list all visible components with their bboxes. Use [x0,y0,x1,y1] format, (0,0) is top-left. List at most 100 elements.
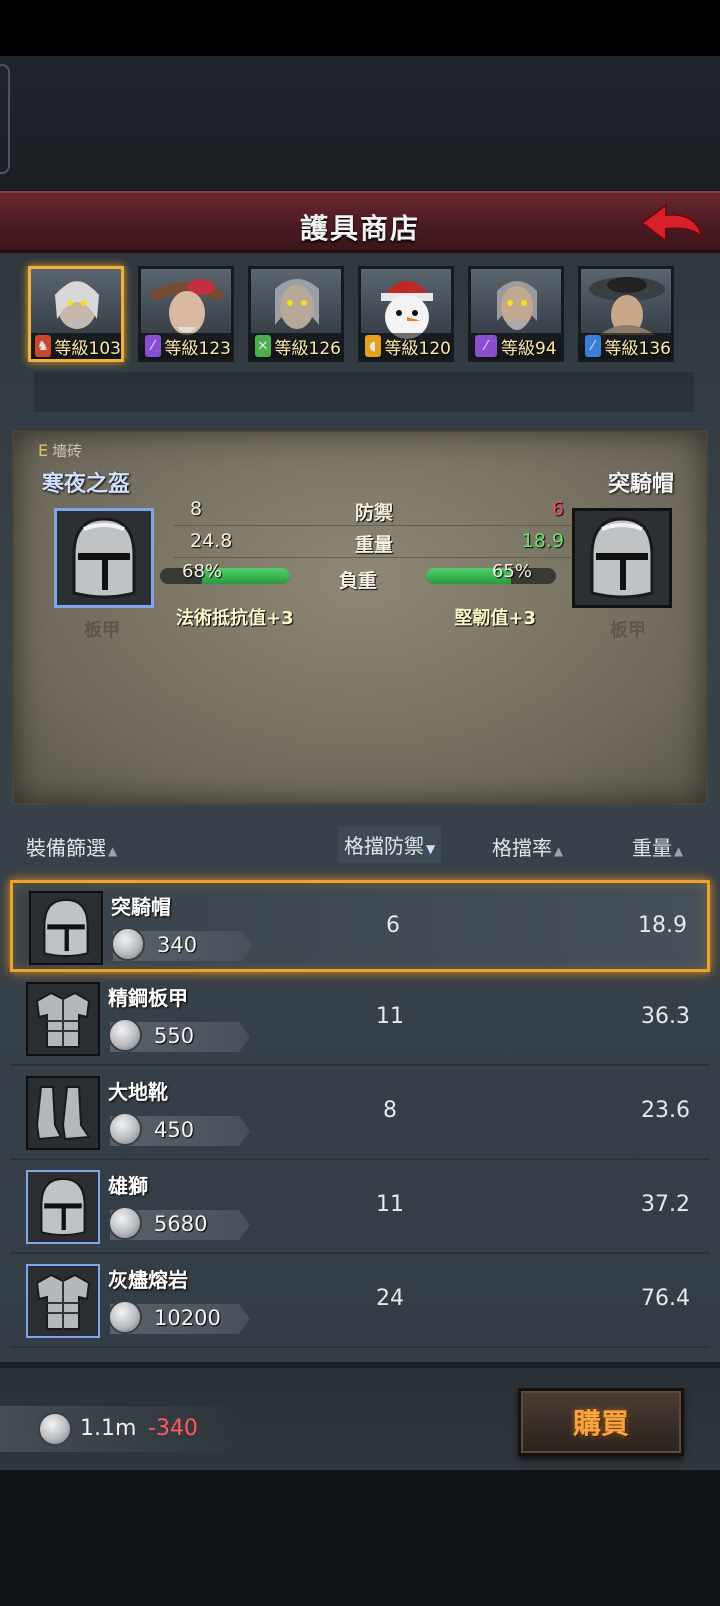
item-block-defense: 6 [386,913,400,938]
hero-portrait [381,281,433,339]
item-name: 大地靴 [108,1080,168,1104]
back-arrow-icon [640,203,704,243]
block-defense-column[interactable]: 格擋防禦 ▼ [338,826,442,863]
hero-level: 等級126 [274,338,341,359]
hero-level: 等級123 [164,338,231,359]
block-rate-label: 格擋率 [492,836,552,860]
wallet: 1.1m -340 [0,1406,240,1452]
hero-portrait [275,279,319,329]
side-tab[interactable] [0,64,10,174]
bow-icon: ✕ [255,335,271,357]
block-rate-column[interactable]: 格擋率 ▲ [492,832,563,861]
hero-card-6[interactable]: ⁄ 等級136 [578,266,674,362]
item-thumbnail [26,1076,100,1150]
weight-label: 重量 [632,836,672,860]
item-block-defense: 11 [376,1004,404,1029]
silver-coin-icon [108,1018,142,1052]
silver-coin-icon [108,1112,142,1146]
selected-load-text: 65% [491,561,532,582]
equipped-item-name: 寒夜之盔 [42,472,131,497]
filter-label: 裝備篩選 [26,836,106,860]
plate-armor-icon [35,1273,91,1330]
defense-label: 防禦 [354,502,393,524]
hero-level: 等級103 [54,338,121,359]
wand-icon: ⁄ [585,335,601,357]
hero-card-1[interactable]: ♞ 等級103 [28,266,124,362]
item-block-defense: 8 [383,1098,397,1123]
item-block-defense: 24 [376,1286,404,1311]
staff-icon: ⁄ [475,335,497,357]
bottom-area [0,1470,720,1606]
item-weight: 18.9 [638,913,687,938]
hero-level: 等級120 [384,338,451,359]
selected-item-name: 突騎帽 [607,472,674,497]
silver-coin-icon [108,1206,142,1240]
item-thumbnail [26,982,100,1056]
item-price: 5680 [154,1212,208,1236]
hero-level: 等級136 [604,338,671,359]
item-name: 灰燼熔岩 [108,1268,188,1292]
item-name: 精鋼板甲 [108,986,188,1010]
shield-icon: ◖ [365,335,381,357]
item-weight: 76.4 [641,1286,690,1311]
silver-coin-icon [38,1412,72,1446]
upper-background [0,56,720,191]
page-title: 護具商店 [299,212,420,245]
rank-text: 墻砖 [52,442,83,460]
item-weight: 23.6 [641,1098,690,1123]
sort-up-icon: ▲ [108,844,118,858]
list-item[interactable]: 精鋼板甲 550 11 36.3 [10,974,710,1066]
balance-delta: -340 [148,1416,198,1441]
compare-row-defense: 8 防禦 6 [174,496,574,526]
hero-portrait [497,281,537,330]
balance: 1.1m [80,1416,137,1441]
helmet-icon [40,1177,86,1237]
item-price: 10200 [154,1306,221,1330]
block-defense-label: 格擋防禦 [344,834,424,858]
list-item[interactable]: 突騎帽 340 6 18.9 [10,880,710,972]
horse-icon: ♞ [35,335,51,357]
item-price: 340 [157,933,198,957]
item-weight: 37.2 [641,1192,690,1217]
weight-label: 重量 [354,534,393,556]
item-price: 450 [154,1118,195,1142]
item-price: 550 [154,1024,195,1048]
equipped-bonus: 法術抵抗值+3 [176,608,294,629]
list-item[interactable]: 灰燼熔岩 10200 24 76.4 [10,1256,710,1348]
selected-weight: 18.9 [521,530,564,552]
helmet-icon [590,517,654,599]
list-item[interactable]: 大地靴 450 8 23.6 [10,1068,710,1160]
hero-card-4[interactable]: ◖ 等級120 [358,266,454,362]
list-item[interactable]: 雄獅 5680 11 37.2 [10,1162,710,1254]
rank-letter: E [38,441,49,460]
item-name: 突騎帽 [111,895,171,919]
hero-portrait [55,281,99,329]
staff-icon: ⁄ [145,335,161,357]
hero-card-2[interactable]: ⁄ 等級123 [138,266,234,362]
sort-up-icon: ▲ [674,844,684,858]
hero-card-3[interactable]: ✕ 等級126 [248,266,344,362]
helmet-icon [72,517,136,599]
hero-portrait [149,279,225,335]
filter-column[interactable]: 裝備篩選 ▲ [26,832,117,861]
selected-defense: 6 [551,498,564,520]
buy-button[interactable]: 購買 [518,1388,684,1456]
hero-portrait [589,277,665,335]
hero-selector: ♞ 等級103 ⁄ 等級123 ✕ 等級126 ◖ 等級120 ⁄ 等級94 ⁄… [28,266,698,366]
hero-info-band [34,372,694,412]
equipped-item-slot[interactable] [54,508,154,608]
item-weight: 36.3 [641,1004,690,1029]
selected-item-type: 板甲 [610,620,646,641]
status-bar [0,0,720,56]
item-list: 突騎帽 340 6 18.9 精鋼板甲 550 11 36.3 大地靴 450 … [0,878,720,1358]
compare-row-weight: 24.8 重量 18.9 [174,528,574,558]
equipped-item-type: 板甲 [84,620,120,641]
item-block-defense: 11 [376,1192,404,1217]
hero-card-5[interactable]: ⁄ 等級94 [468,266,564,362]
weight-column[interactable]: 重量 ▲ [632,832,683,861]
selected-item-slot[interactable] [572,508,672,608]
compare-row-load: 68% 負重 65% [160,561,556,594]
item-thumbnail [26,1264,100,1338]
sort-up-icon: ▲ [554,844,564,858]
back-button[interactable] [640,201,704,245]
